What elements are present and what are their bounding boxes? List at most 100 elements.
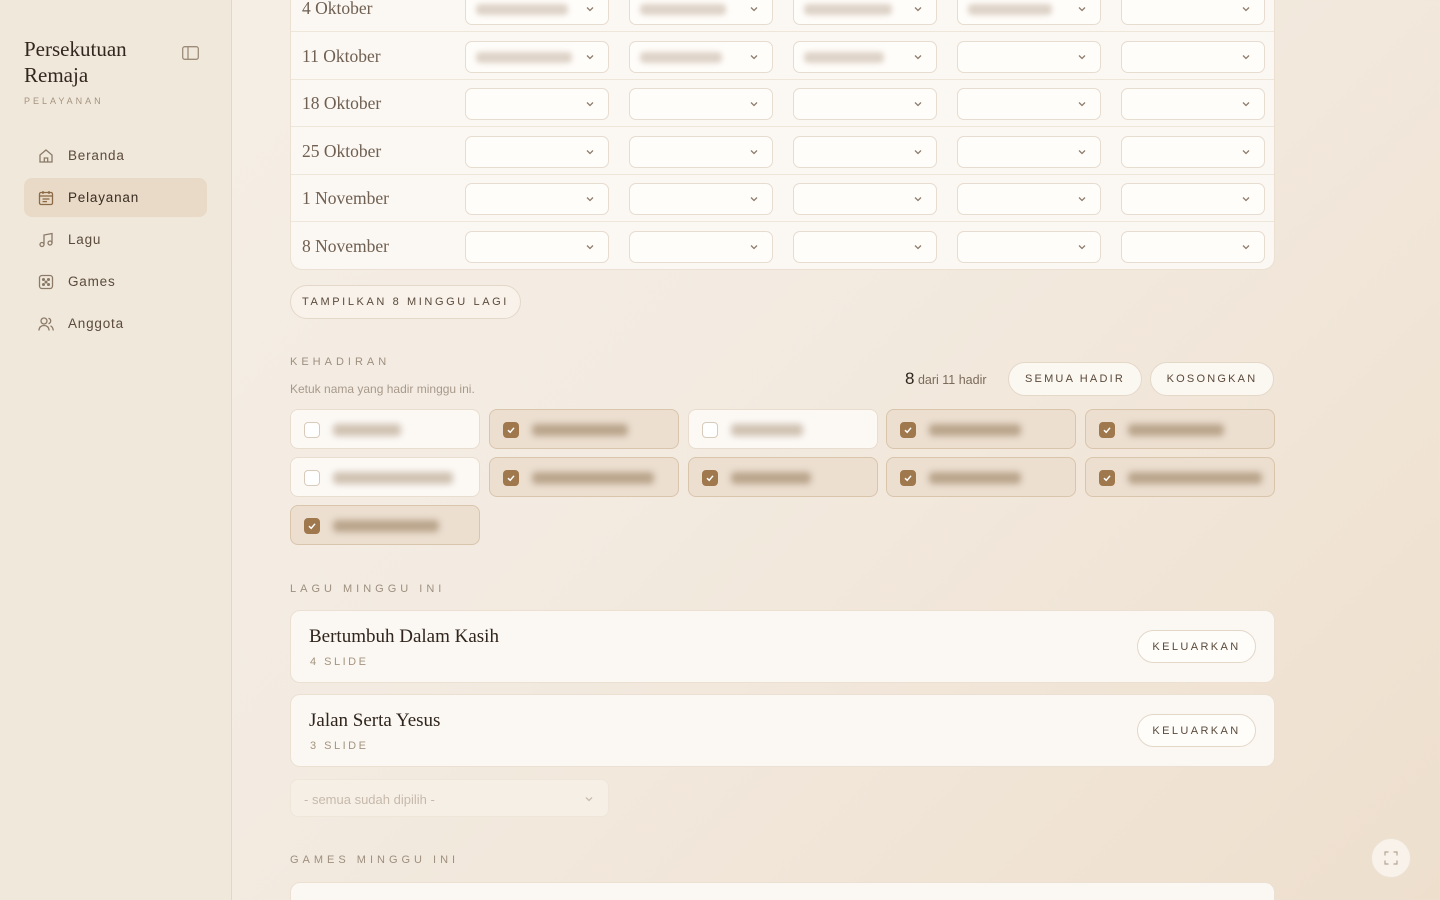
music-icon <box>39 232 53 247</box>
role-assignment-select[interactable] <box>629 135 773 168</box>
role-assignment-select[interactable] <box>793 135 937 168</box>
sidebar-nav: Beranda Pelayanan Lagu Games Anggota <box>24 136 207 346</box>
sidebar-item-lagu[interactable]: Lagu <box>24 220 207 259</box>
chevron-down-icon <box>914 244 922 249</box>
attendance-member-toggle[interactable] <box>488 457 679 497</box>
role-assignment-select[interactable] <box>629 230 773 263</box>
mark-all-present-button[interactable]: SEMUA HADIR <box>1008 362 1142 396</box>
role-assignment-select[interactable] <box>629 40 773 73</box>
attendance-member-toggle[interactable] <box>290 505 480 545</box>
checkbox[interactable] <box>304 518 320 534</box>
member-name-redacted <box>333 520 439 532</box>
chevron-down-icon <box>750 54 758 59</box>
checkbox[interactable] <box>701 470 718 486</box>
attendance-member-toggle[interactable] <box>886 457 1077 497</box>
add-song-select[interactable]: - semua sudah dipilih - <box>290 779 609 817</box>
role-assignment-select[interactable] <box>1121 88 1265 120</box>
chevron-down-icon <box>1078 197 1086 202</box>
checkbox[interactable] <box>502 470 519 486</box>
schedule-table: 4 Oktober 11 Oktober 18 Oktober 25 Oktober 1… <box>290 0 1275 270</box>
role-assignment-select[interactable] <box>793 88 937 120</box>
attendance-member-toggle[interactable] <box>290 409 480 449</box>
role-assignment-select[interactable] <box>793 183 937 215</box>
check-icon <box>308 523 316 530</box>
chevron-down-icon <box>1242 149 1250 154</box>
chevron-down-icon <box>1242 197 1250 202</box>
chevron-down-icon <box>750 197 758 202</box>
schedule-row: 1 November <box>291 175 1274 222</box>
attendance-member-toggle[interactable] <box>886 409 1077 449</box>
sidebar-item-label: Beranda <box>68 148 125 163</box>
attendance-member-toggle[interactable] <box>1085 457 1276 497</box>
chevron-down-icon <box>914 149 922 154</box>
sidebar-item-beranda[interactable]: Beranda <box>24 136 207 175</box>
member-name-redacted <box>333 472 453 484</box>
song-card: Bertumbuh Dalam Kasih 4 SLIDE KELUARKAN <box>290 610 1275 683</box>
check-icon <box>1103 475 1111 482</box>
checkbox[interactable] <box>1099 470 1116 486</box>
remove-song-button[interactable]: KELUARKAN <box>1137 630 1256 663</box>
sidebar-item-label: Games <box>68 274 116 289</box>
checkbox[interactable] <box>900 422 917 438</box>
schedule-date: 11 Oktober <box>302 45 381 66</box>
checkbox[interactable] <box>304 470 320 486</box>
song-slide-count: 3 SLIDE <box>310 740 369 752</box>
attendance-member-toggle[interactable] <box>1085 409 1276 449</box>
show-more-weeks-button[interactable]: TAMPILKAN 8 MINGGU LAGI <box>290 285 521 319</box>
checkbox[interactable] <box>701 422 718 438</box>
sidebar-item-label: Lagu <box>68 232 102 247</box>
attendance-member-toggle[interactable] <box>488 409 679 449</box>
role-assignment-select[interactable] <box>1121 0 1265 25</box>
app-subtitle: PELAYANAN <box>24 96 104 106</box>
song-title: Bertumbuh Dalam Kasih <box>309 626 499 647</box>
role-assignment-select[interactable] <box>957 88 1101 120</box>
chevron-down-icon <box>1078 149 1086 154</box>
attendance-member-toggle[interactable] <box>290 457 480 497</box>
role-assignment-select[interactable] <box>1121 230 1265 263</box>
home-icon <box>39 148 53 163</box>
role-assignment-select[interactable] <box>793 230 937 263</box>
role-assignment-select[interactable] <box>465 135 609 168</box>
sidebar-toggle-button[interactable] <box>180 44 200 62</box>
checkbox[interactable] <box>1099 422 1116 438</box>
chevron-down-icon <box>586 244 594 249</box>
chevron-down-icon <box>586 7 594 12</box>
role-assignment-select[interactable] <box>957 183 1101 215</box>
attendance-member-toggle[interactable] <box>687 409 878 449</box>
sidebar-item-pelayanan[interactable]: Pelayanan <box>24 178 207 217</box>
role-assignment-select[interactable] <box>629 183 773 215</box>
role-assignment-select[interactable] <box>793 40 937 73</box>
role-assignment-select[interactable] <box>793 0 937 25</box>
fullscreen-button[interactable] <box>1371 838 1411 878</box>
role-assignment-select[interactable] <box>1121 183 1265 215</box>
role-assignment-select[interactable] <box>957 40 1101 73</box>
role-assignment-select[interactable] <box>1121 40 1265 73</box>
schedule-date: 8 November <box>302 235 389 256</box>
checkbox[interactable] <box>900 470 917 486</box>
assigned-name-redacted <box>476 51 572 63</box>
attendance-present-count: 8 <box>905 369 915 388</box>
checkbox[interactable] <box>502 422 519 438</box>
role-assignment-select[interactable] <box>465 183 609 215</box>
chevron-down-icon <box>750 244 758 249</box>
role-assignment-select[interactable] <box>465 40 609 73</box>
role-assignment-select[interactable] <box>957 0 1101 25</box>
role-assignment-select[interactable] <box>465 0 609 25</box>
check-icon <box>507 427 515 434</box>
schedule-row: 18 Oktober <box>291 80 1274 127</box>
role-assignment-select[interactable] <box>629 88 773 120</box>
sidebar-item-anggota[interactable]: Anggota <box>24 304 207 343</box>
role-assignment-select[interactable] <box>629 0 773 25</box>
attendance-member-toggle[interactable] <box>687 457 878 497</box>
role-assignment-select[interactable] <box>465 230 609 263</box>
checkbox[interactable] <box>304 422 320 438</box>
song-slide-count: 4 SLIDE <box>310 656 369 668</box>
clear-attendance-button[interactable]: KOSONGKAN <box>1150 362 1274 396</box>
role-assignment-select[interactable] <box>1121 135 1265 168</box>
remove-song-button[interactable]: KELUARKAN <box>1137 714 1256 747</box>
role-assignment-select[interactable] <box>957 135 1101 168</box>
role-assignment-select[interactable] <box>465 88 609 120</box>
sidebar-item-games[interactable]: Games <box>24 262 207 301</box>
member-name-redacted <box>929 472 1022 484</box>
role-assignment-select[interactable] <box>957 230 1101 263</box>
